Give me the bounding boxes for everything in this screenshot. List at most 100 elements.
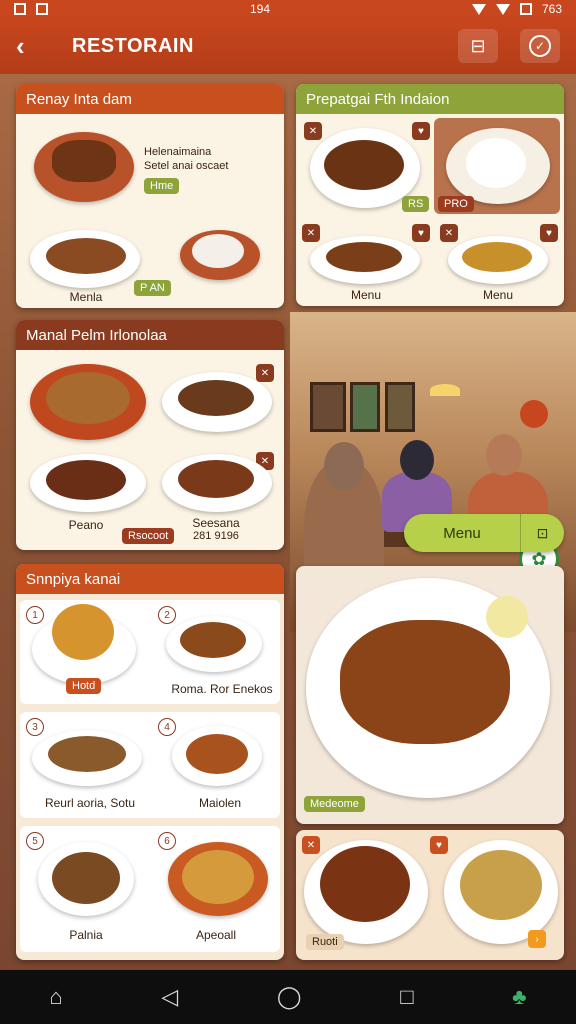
dish-label: Seesana (192, 516, 240, 530)
heart-icon[interactable]: ♥ (430, 836, 448, 854)
status-bar: 194 763 (0, 0, 576, 18)
rice-bowl-food (192, 234, 244, 268)
forward-icon[interactable]: › (528, 930, 546, 948)
lime-slice-food (486, 596, 528, 638)
wall-painting (385, 382, 415, 432)
dish-label: Palnia (69, 928, 103, 942)
featured-dish-card[interactable]: Medeome (296, 566, 564, 824)
menu-card-grilled[interactable]: ✕ ♥ Ruoti › (296, 830, 564, 960)
card-desc: Setel anai oscaet (144, 160, 229, 172)
dish-label: Menla (69, 290, 103, 304)
card-tag[interactable]: Hme (144, 178, 180, 194)
menu-list-card: Snnpiya kanai 1 Hotd 2 Roma. Ror Enekos … (16, 564, 284, 960)
battery-icon (519, 3, 532, 15)
app-bar: ‹ RESTORAIN ⊟ ✓ (0, 18, 576, 74)
share-icon[interactable]: ✕ (440, 224, 458, 242)
battery-level: 763 (541, 2, 562, 16)
item-number: 6 (158, 832, 176, 850)
noodle-food (180, 622, 246, 658)
dish-label: Menu (482, 288, 514, 302)
item-number: 4 (158, 718, 176, 736)
curry-rice-food (178, 460, 254, 498)
photo-notification-icon (14, 3, 26, 15)
tag-icon[interactable]: ✕ (256, 364, 274, 382)
white-rice-food (466, 138, 526, 188)
item-number: 1 (26, 606, 44, 624)
dish-tag[interactable]: Hotd (66, 678, 102, 694)
card-desc: Helenaimaina (144, 146, 212, 158)
dish-tag[interactable]: Ruoti (306, 934, 344, 950)
menu-button[interactable]: Menu ⊡ (404, 514, 564, 552)
satay-food (178, 380, 254, 416)
close-notification-icon (36, 3, 48, 15)
fish-noodle-food (460, 850, 542, 920)
dish-price: 281 9196 (193, 530, 239, 542)
star-ornament-icon (520, 400, 548, 428)
noodle-bowl-food (182, 850, 254, 904)
main-content: Renay Inta dam Helenaimaina Setel anai o… (0, 74, 576, 970)
vegetable-stew-food (52, 852, 120, 904)
card-title: Prepatgai Fth Indaion (296, 84, 564, 114)
dish-tag[interactable]: Rsocoot (122, 528, 175, 544)
recents-icon[interactable]: □ (400, 984, 413, 1010)
heart-icon[interactable]: ♥ (412, 224, 430, 242)
menu-label: Menu (443, 524, 481, 542)
dish-chip[interactable]: PRO (438, 196, 474, 212)
dish-label: Reurl aoria, Sotu (44, 796, 136, 810)
roast-leg-food (52, 604, 114, 660)
home-icon[interactable]: ⌂ (49, 984, 62, 1010)
dish-label: Apeoall (195, 928, 237, 942)
signal-icon (495, 3, 510, 15)
menu-card-featured[interactable]: Renay Inta dam Helenaimaina Setel anai o… (16, 84, 284, 308)
bookmark-icon: ⊟ (470, 35, 486, 56)
lamp-icon (430, 384, 460, 396)
card-title: Snnpiya kanai (16, 564, 284, 594)
dish-tag[interactable]: P AN (134, 280, 171, 296)
card-title: Manal Pelm Irlonolaa (16, 320, 284, 350)
curry-bowl-food (186, 734, 248, 774)
menu-card-preparation[interactable]: Prepatgai Fth Indaion ✕ RS ♥ PRO ✕ ♥ ✕ ♥… (296, 84, 564, 306)
bag-icon: ⊡ (520, 514, 564, 552)
share-icon[interactable]: ✕ (304, 122, 322, 140)
diner-head (324, 442, 364, 490)
dish-tag[interactable]: Medeome (304, 796, 365, 812)
page-title: RESTORAIN (72, 34, 194, 57)
roast-chicken-food (46, 372, 130, 424)
rice-curry-food (46, 238, 126, 274)
back-button[interactable]: ‹ (16, 31, 44, 62)
status-time: 194 (249, 2, 270, 16)
dish-label: Maiolen (198, 796, 242, 810)
item-number: 5 (26, 832, 44, 850)
heart-icon[interactable]: ♥ (540, 224, 558, 242)
card-title: Renay Inta dam (16, 84, 284, 114)
dish-label: Menu (350, 288, 382, 302)
fried-chicken-food (326, 242, 402, 272)
wifi-icon (471, 3, 486, 15)
share-icon[interactable]: ✕ (302, 836, 320, 854)
grilled-fish-food (52, 140, 116, 182)
rice-stew-food (48, 736, 126, 772)
settings-button[interactable]: ✓ (520, 29, 560, 63)
braised-meat-food (324, 140, 404, 190)
app-icon[interactable]: ♣ (512, 984, 526, 1010)
back-icon[interactable]: ◁ (161, 984, 178, 1010)
heart-icon[interactable]: ♥ (412, 122, 430, 140)
power-icon[interactable]: ◯ (277, 984, 302, 1010)
diner-head (400, 440, 434, 480)
meatballs-food (46, 460, 126, 500)
share-icon[interactable]: ✕ (302, 224, 320, 242)
dish-label: Peano (68, 518, 104, 532)
dish-chip[interactable]: RS (402, 196, 430, 212)
compass-icon: ✓ (529, 35, 551, 57)
item-number: 3 (26, 718, 44, 736)
wall-painting (350, 382, 380, 432)
glazed-chicken-food (340, 620, 510, 744)
menu-card-main[interactable]: Manal Pelm Irlonolaa ✕ ✕ Peano Rsocoot S… (16, 320, 284, 550)
dish-label: Roma. Ror Enekos (171, 682, 273, 696)
bookmark-button[interactable]: ⊟ (458, 29, 498, 63)
system-nav-bar: ⌂ ◁ ◯ □ ♣ (0, 970, 576, 1024)
grilled-chicken-food (320, 846, 410, 922)
diner-head (486, 434, 522, 476)
wall-painting (310, 382, 346, 432)
noodles-food (462, 242, 532, 272)
